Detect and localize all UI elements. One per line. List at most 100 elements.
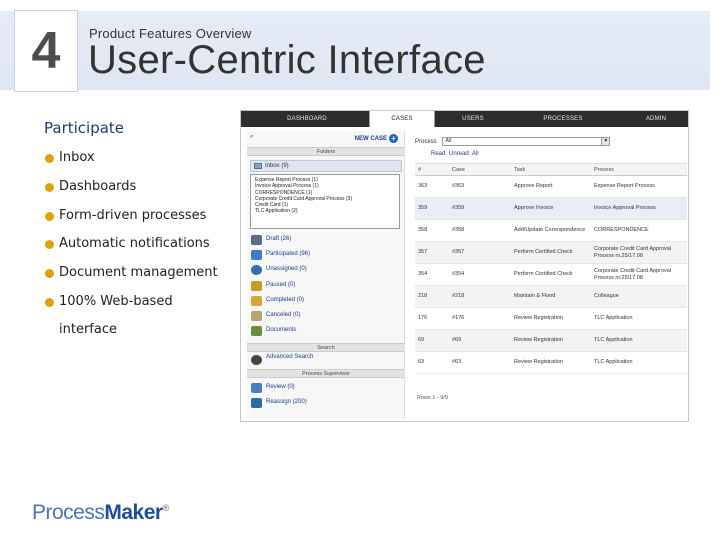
table-cell: #354 bbox=[449, 263, 511, 286]
tab-dashboard[interactable]: DASHBOARD bbox=[279, 111, 335, 127]
table-cell: 218 bbox=[415, 285, 449, 308]
inbox-popup: Expense Report Process (1) Invoice Appro… bbox=[250, 174, 400, 229]
column-header[interactable]: Process bbox=[591, 163, 687, 176]
table-cell: #218 bbox=[449, 285, 511, 308]
table-cell: Approve Invoice bbox=[511, 197, 591, 220]
paused-icon bbox=[251, 280, 262, 291]
sidebar-item-review[interactable]: Review (0) bbox=[251, 382, 401, 397]
feature-item: Automatic notifications bbox=[45, 234, 235, 263]
slide-number: 4 bbox=[14, 10, 78, 92]
column-header[interactable]: Task bbox=[511, 163, 591, 176]
table-cell: TLC Application bbox=[591, 329, 687, 352]
table-cell: #69 bbox=[449, 329, 511, 352]
table-row[interactable]: 359 #359 Approve Invoice Invoice Approva… bbox=[415, 197, 687, 220]
column-header[interactable]: Case bbox=[449, 163, 511, 176]
table-cell: Approve Report bbox=[511, 175, 591, 198]
chevron-down-icon: ▼ bbox=[601, 138, 610, 145]
table-cell: TLC Application bbox=[591, 351, 687, 374]
table-cell: 358 bbox=[415, 219, 449, 242]
collapse-icon[interactable]: « bbox=[250, 134, 253, 140]
tab-admin[interactable]: ADMIN bbox=[633, 111, 679, 127]
feature-item: Inbox bbox=[45, 148, 235, 177]
slide-title: User-Centric Interface bbox=[88, 38, 486, 82]
tab-processes[interactable]: PROCESSES bbox=[531, 111, 595, 127]
unread-link[interactable]: Unread bbox=[449, 151, 469, 157]
tab-users[interactable]: USERS bbox=[444, 111, 502, 127]
sidebar-item-documents[interactable]: Documents bbox=[251, 325, 401, 340]
table-row[interactable]: 357 #357 Perform Certified Check Corpora… bbox=[415, 241, 687, 264]
pagination-status: Rows 1 - 9/9 bbox=[417, 395, 448, 401]
table-row[interactable]: 358 #358 Add/Update Correspondence CORRE… bbox=[415, 219, 687, 242]
sidebar-item-participated[interactable]: Participated (96) bbox=[251, 249, 401, 264]
cases-list-panel: Process All ▼ Read Unread All # Case Task… bbox=[409, 131, 687, 419]
documents-icon bbox=[251, 326, 262, 337]
cases-sidebar: « NEW CASE + Folders Inbox (9) Expense Re… bbox=[247, 131, 405, 419]
completed-icon bbox=[251, 295, 262, 306]
table-row[interactable]: 176 #176 Review Registration TLC Applica… bbox=[415, 307, 687, 330]
table-cell: 69 bbox=[415, 329, 449, 352]
table-cell: #63 bbox=[449, 351, 511, 374]
sidebar-item-paused[interactable]: Paused (0) bbox=[251, 280, 401, 295]
table-cell: 354 bbox=[415, 263, 449, 286]
table-cell: CORRESPONDENCE bbox=[591, 219, 687, 242]
bullet-icon bbox=[45, 211, 54, 221]
advanced-search-link[interactable]: Advanced Search bbox=[251, 354, 313, 365]
feature-item: Dashboards bbox=[45, 177, 235, 206]
process-supervisor-header: Process Supervisor bbox=[247, 369, 405, 378]
sidebar-item-unassigned[interactable]: Unassigned (0) bbox=[251, 264, 401, 279]
read-link[interactable]: Read bbox=[431, 151, 445, 157]
table-row[interactable]: 69 #69 Review Registration TLC Applicati… bbox=[415, 329, 687, 352]
reassign-icon bbox=[251, 398, 262, 409]
table-cell: #176 bbox=[449, 307, 511, 330]
app-tab-bar: DASHBOARD CASES USERS PROCESSES ADMIN bbox=[241, 111, 688, 127]
new-case-button[interactable]: NEW CASE + bbox=[355, 134, 398, 143]
table-cell: Colleague bbox=[591, 285, 687, 308]
folder-list: Draft (26) Participated (96) Unassigned … bbox=[251, 234, 401, 340]
sidebar-item-draft[interactable]: Draft (26) bbox=[251, 234, 401, 249]
feature-item-continuation: interface bbox=[59, 322, 117, 337]
feature-item: Document management bbox=[45, 263, 235, 292]
folders-header: Folders bbox=[247, 147, 405, 156]
table-cell: #358 bbox=[449, 219, 511, 242]
read-filter-links: Read Unread All bbox=[431, 151, 481, 157]
bullet-icon bbox=[45, 297, 54, 307]
table-cell: 176 bbox=[415, 307, 449, 330]
table-cell: Invoice Approval Process bbox=[591, 197, 687, 220]
app-screenshot: DASHBOARD CASES USERS PROCESSES ADMIN « … bbox=[240, 110, 689, 422]
canceled-icon bbox=[251, 310, 262, 321]
process-filter-select[interactable]: All ▼ bbox=[442, 137, 611, 146]
table-cell: Review Registration bbox=[511, 351, 591, 374]
plus-icon: + bbox=[389, 134, 398, 143]
table-row[interactable]: 63 #63 Review Registration TLC Applicati… bbox=[415, 351, 687, 374]
all-link[interactable]: All bbox=[472, 151, 479, 157]
table-cell: Perform Certified Check bbox=[511, 241, 591, 264]
bullet-icon bbox=[45, 182, 54, 192]
table-cell: Maintain & Flood bbox=[511, 285, 591, 308]
tab-cases[interactable]: CASES bbox=[369, 111, 435, 127]
table-cell: Corporate Credit Card Approval Process n… bbox=[591, 263, 687, 286]
unassigned-icon bbox=[251, 265, 262, 276]
table-cell: Review Registration bbox=[511, 307, 591, 330]
table-cell: #359 bbox=[449, 197, 511, 220]
inbox-popup-item[interactable]: TLC Application (2) bbox=[255, 208, 395, 214]
draft-icon bbox=[251, 235, 262, 245]
table-row[interactable]: 363 #363 Approve Report Expense Report P… bbox=[415, 175, 687, 198]
column-header[interactable]: # bbox=[415, 163, 449, 176]
table-header-row: # Case Task Process bbox=[415, 163, 687, 176]
table-cell: 63 bbox=[415, 351, 449, 374]
table-cell: #357 bbox=[449, 241, 511, 264]
feature-list: Inbox Dashboards Form-driven processes A… bbox=[45, 148, 235, 321]
bullet-icon bbox=[45, 154, 54, 163]
sidebar-item-canceled[interactable]: Canceled (0) bbox=[251, 310, 401, 325]
table-cell: Review Registration bbox=[511, 329, 591, 352]
bullet-icon bbox=[45, 240, 54, 250]
feature-item: Form-driven processes bbox=[45, 206, 235, 235]
sidebar-item-completed[interactable]: Completed (0) bbox=[251, 295, 401, 310]
process-filter: Process All ▼ bbox=[415, 137, 611, 146]
sidebar-item-reassign[interactable]: Reassign (200) bbox=[251, 397, 401, 412]
table-row[interactable]: 218 #218 Maintain & Flood Colleague bbox=[415, 285, 687, 308]
table-row[interactable]: 354 #354 Perform Certified Check Corpora… bbox=[415, 263, 687, 286]
table-cell: Expense Report Process bbox=[591, 175, 687, 198]
sidebar-item-inbox[interactable]: Inbox (9) bbox=[250, 160, 402, 172]
binoculars-icon bbox=[251, 355, 262, 365]
